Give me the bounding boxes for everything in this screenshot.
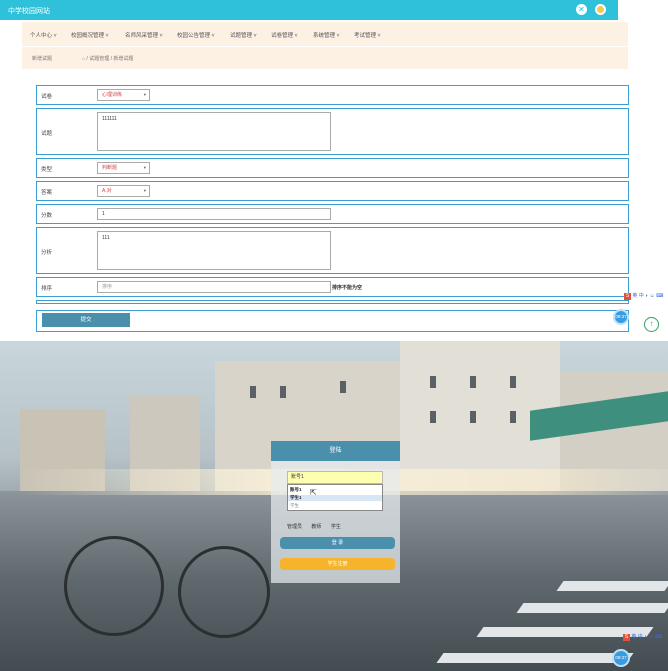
order-label: 排序 bbox=[41, 286, 53, 292]
window bbox=[470, 411, 476, 423]
window bbox=[430, 376, 436, 388]
order-error-hint: 排序不能为空 bbox=[332, 285, 363, 291]
nav-item-system[interactable]: 系统管理 ˅ bbox=[313, 31, 340, 39]
form-row-submit: 提交 bbox=[36, 310, 629, 332]
form-row-order: 排序 排序 排序不能为空 bbox=[36, 277, 629, 297]
answer-select[interactable]: A.对 ▾ bbox=[97, 185, 150, 197]
window bbox=[510, 376, 516, 388]
paper-label: 试卷 bbox=[41, 94, 53, 100]
nav-item-exams[interactable]: 考试管理 ˅ bbox=[354, 31, 381, 39]
ime-toolbar[interactable]: S 英 中 ◗ ☺ ⌨ bbox=[623, 633, 662, 641]
login-panel: 登陆 账号1 账号1 学生1 学生 管理员 教师 学生 登 录 学生注册 bbox=[271, 441, 400, 583]
type-select[interactable]: 判断题 ▾ bbox=[97, 162, 150, 174]
admin-screen: 中学校园网站 ✕ 个人中心 ˅ 校园概况管理 ˅ 名师风采管理 ˅ 校园公告管理… bbox=[0, 0, 668, 341]
window bbox=[340, 381, 346, 393]
score-label: 分数 bbox=[41, 213, 53, 219]
login-screen: 登陆 账号1 账号1 学生1 学生 管理员 教师 学生 登 录 学生注册 ⇱ 0… bbox=[0, 341, 668, 671]
submit-button[interactable]: 提交 bbox=[42, 313, 130, 327]
role-student[interactable]: 学生 bbox=[331, 524, 341, 530]
chevron-down-icon: ▾ bbox=[143, 165, 146, 170]
window bbox=[510, 411, 516, 423]
breadcrumb: ⌂ / 试题管理 / 新增试题 bbox=[82, 56, 134, 62]
account-autocomplete: 账号1 学生1 学生 bbox=[287, 484, 383, 511]
analysis-textarea[interactable]: 111 bbox=[97, 231, 331, 270]
mouse-cursor-icon: ⇱ bbox=[310, 488, 317, 497]
score-input[interactable]: 1 bbox=[97, 208, 331, 220]
nav-item-personal[interactable]: 个人中心 ˅ bbox=[30, 31, 57, 39]
nav-item-papers[interactable]: 试卷管理 ˅ bbox=[271, 31, 298, 39]
form-row-score: 分数 1 bbox=[36, 204, 629, 224]
question-form: 试卷 心理训练 ▾ 试题 111111 类型 判断题 ▾ 答案 A.对 ▾ 分数 1 … bbox=[22, 72, 632, 340]
role-selector[interactable]: 管理员 教师 学生 bbox=[287, 523, 349, 530]
question-label: 试题 bbox=[41, 131, 53, 137]
nav-item-questions[interactable]: 试题管理 ˅ bbox=[230, 31, 257, 39]
login-button[interactable]: 登 录 bbox=[280, 537, 395, 549]
role-admin[interactable]: 管理员 bbox=[287, 524, 302, 530]
ime-logo-icon: S bbox=[623, 634, 630, 641]
bicycle-wheel bbox=[64, 536, 164, 636]
chevron-down-icon: ▾ bbox=[143, 92, 146, 97]
avatar[interactable] bbox=[595, 4, 606, 15]
window bbox=[430, 411, 436, 423]
ime-toolbar[interactable]: S 英 中 ◗ ☺ ⌨ bbox=[624, 292, 663, 300]
paper-select[interactable]: 心理训练 ▾ bbox=[97, 89, 150, 101]
main-nav: 个人中心 ˅ 校园概况管理 ˅ 名师风采管理 ˅ 校园公告管理 ˅ 试题管理 ˅… bbox=[22, 22, 628, 46]
clock-badge: 09:37 bbox=[612, 649, 630, 667]
close-icon[interactable]: ✕ bbox=[576, 4, 587, 15]
nav-item-campus[interactable]: 校园概况管理 ˅ bbox=[71, 31, 109, 39]
arrow-up-icon[interactable]: ↑ bbox=[644, 317, 659, 332]
clock-badge: 09:37 bbox=[613, 309, 629, 325]
form-row-question: 试题 111111 bbox=[36, 108, 629, 155]
form-row-analysis: 分析 111 bbox=[36, 227, 629, 274]
form-row-answer: 答案 A.对 ▾ bbox=[36, 181, 629, 201]
autocomplete-option[interactable]: 账号1 bbox=[290, 487, 302, 493]
ime-logo-icon: S bbox=[624, 293, 631, 300]
site-title: 中学校园网站 bbox=[8, 8, 50, 15]
crosswalk-stripe bbox=[516, 603, 668, 613]
window bbox=[280, 386, 286, 398]
home-icon[interactable]: ⌂ bbox=[82, 56, 85, 62]
chevron-down-icon: ▾ bbox=[143, 188, 146, 193]
nav-item-notices[interactable]: 校园公告管理 ˅ bbox=[177, 31, 215, 39]
page-tab[interactable]: 新增试题 bbox=[32, 55, 52, 62]
crosswalk-stripe bbox=[436, 653, 634, 663]
question-textarea[interactable]: 111111 bbox=[97, 112, 331, 151]
type-label: 类型 bbox=[41, 167, 53, 173]
bicycle-wheel bbox=[178, 546, 270, 638]
analysis-label: 分析 bbox=[41, 250, 53, 256]
autocomplete-option[interactable]: 学生1 bbox=[288, 495, 382, 501]
register-button[interactable]: 学生注册 bbox=[280, 558, 395, 570]
window bbox=[250, 386, 256, 398]
role-teacher[interactable]: 教师 bbox=[311, 524, 321, 530]
autocomplete-option[interactable]: 学生 bbox=[290, 503, 299, 509]
form-row-paper: 试卷 心理训练 ▾ bbox=[36, 85, 629, 105]
account-input[interactable]: 账号1 bbox=[287, 471, 383, 484]
login-title: 登陆 bbox=[271, 441, 400, 461]
window bbox=[470, 376, 476, 388]
form-row-spacer bbox=[36, 300, 629, 304]
breadcrumb-bar: 新增试题 ⌂ / 试题管理 / 新增试题 bbox=[22, 47, 628, 69]
top-bar: 中学校园网站 ✕ bbox=[0, 0, 618, 20]
form-row-type: 类型 判断题 ▾ bbox=[36, 158, 629, 178]
crosswalk-stripe bbox=[556, 581, 668, 591]
answer-label: 答案 bbox=[41, 190, 53, 196]
nav-item-teachers[interactable]: 名师风采管理 ˅ bbox=[125, 31, 163, 39]
order-input[interactable]: 排序 bbox=[97, 281, 331, 293]
